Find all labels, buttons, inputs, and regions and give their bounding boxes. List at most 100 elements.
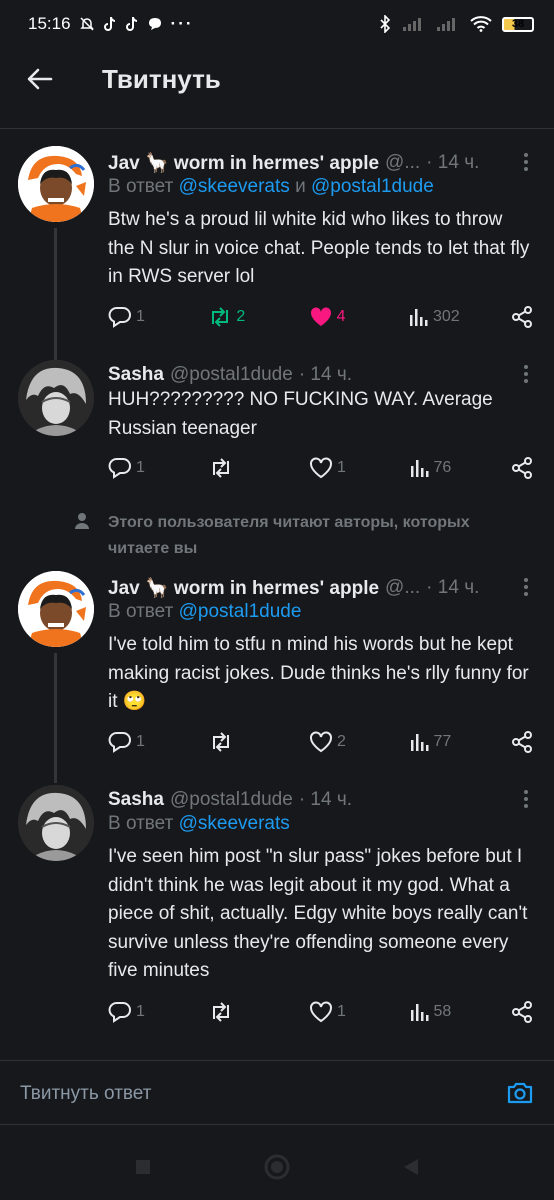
views-button[interactable]: 76: [410, 458, 460, 478]
more-options-button[interactable]: [514, 150, 538, 174]
retweet-button[interactable]: [209, 458, 259, 478]
heart-icon: [310, 307, 331, 326]
retweet-button[interactable]: 2: [208, 307, 258, 327]
avatar-illustration: [18, 360, 94, 436]
more-options-button[interactable]: [514, 362, 538, 386]
tweet-2[interactable]: Sasha @postal1dude · 14 ч. HUH????????? …: [0, 358, 554, 498]
signal-icon-2: [437, 18, 455, 31]
avatar-jav[interactable]: [18, 571, 94, 647]
reply-button[interactable]: 1: [108, 1001, 158, 1023]
views-icon: [410, 1004, 428, 1021]
reply-icon: [108, 1002, 131, 1023]
tweet-text: Btw he's a proud lil white kid who likes…: [108, 209, 530, 287]
reply-mention-skeeverats[interactable]: @skeeverats: [179, 813, 290, 834]
reply-prefix: В ответ: [108, 601, 174, 622]
share-button[interactable]: [510, 730, 534, 754]
tweet-4[interactable]: Sasha @postal1dude · 14 ч. В ответ @skee…: [0, 783, 554, 1033]
views-button[interactable]: 77: [410, 732, 460, 752]
author-handle[interactable]: @postal1dude: [170, 789, 293, 811]
retweet-icon: [212, 458, 229, 478]
reply-count: 1: [136, 733, 145, 750]
retweet-icon: [212, 1002, 229, 1022]
back-nav-button[interactable]: [391, 1147, 431, 1187]
share-button[interactable]: [510, 1000, 534, 1024]
retweet-count: 2: [236, 308, 246, 325]
avatar-sasha[interactable]: [18, 785, 94, 861]
tweet-time: · 14 ч.: [298, 364, 353, 385]
avatar-sasha[interactable]: [18, 360, 94, 436]
author-name[interactable]: Jav 🦙 worm in hermes' apple: [108, 151, 379, 175]
tweet-header: Jav 🦙 worm in hermes' apple @... · 14 ч.: [108, 146, 538, 180]
recents-button[interactable]: [123, 1147, 163, 1187]
reply-to-line: В ответ @postal1dude: [108, 601, 301, 623]
like-button[interactable]: 1: [309, 457, 359, 479]
tweet-text: I've told him to stfu n mind his words b…: [108, 634, 529, 712]
like-count: 2: [337, 733, 346, 750]
share-button[interactable]: [510, 305, 534, 329]
chat-bubble-icon: [148, 18, 161, 30]
reply-to-line: В ответ @skeeverats и @postal1dude: [108, 176, 434, 198]
more-vertical-icon: [524, 790, 528, 808]
reply-button[interactable]: 1: [108, 457, 158, 479]
social-context-text: Этого пользователя читают авторы, которы…: [108, 514, 470, 557]
tweet-time: · 14 ч.: [426, 152, 480, 173]
reply-count: 1: [136, 1003, 145, 1020]
reply-icon: [108, 732, 131, 753]
reply-button[interactable]: 1: [108, 731, 158, 753]
status-bar: 15:16 ··· 38: [0, 0, 554, 48]
system-nav-bar: [0, 1140, 554, 1194]
author-handle[interactable]: @...: [385, 577, 420, 599]
like-button[interactable]: 2: [309, 731, 359, 753]
more-options-button[interactable]: [514, 575, 538, 599]
reply-input[interactable]: [18, 1073, 482, 1115]
more-vertical-icon: [524, 153, 528, 171]
retweet-button[interactable]: [209, 732, 259, 752]
reply-prefix: В ответ: [108, 176, 174, 197]
views-button[interactable]: 302: [409, 307, 460, 327]
reply-mention-postal1dude[interactable]: @postal1dude: [311, 176, 434, 197]
avatar-jav[interactable]: [18, 146, 94, 222]
home-button[interactable]: [257, 1147, 297, 1187]
author-name[interactable]: Sasha: [108, 364, 164, 386]
tweet-actions: 1 1 76: [108, 450, 534, 486]
views-count: 58: [433, 1003, 452, 1020]
views-button[interactable]: 58: [410, 1002, 460, 1022]
reply-composer: [0, 1061, 554, 1125]
like-button[interactable]: 4: [309, 306, 359, 328]
status-time: 15:16: [28, 14, 71, 33]
back-button[interactable]: [0, 48, 80, 110]
tweet-text: HUH????????? NO FUCKING WAY. Average Rus…: [108, 389, 493, 439]
tweet-text: I've seen him post "n slur pass" jokes b…: [108, 846, 528, 981]
author-name[interactable]: Jav 🦙 worm in hermes' apple: [108, 576, 379, 600]
like-count: 1: [337, 1003, 346, 1020]
tweet-header: Jav 🦙 worm in hermes' apple @... · 14 ч.: [108, 571, 538, 605]
tweet-3[interactable]: Jav 🦙 worm in hermes' apple @... · 14 ч.…: [0, 571, 554, 783]
camera-icon: [507, 1082, 533, 1104]
mute-bell-icon: [79, 17, 94, 31]
reply-mention-postal1dude[interactable]: @postal1dude: [179, 601, 302, 622]
like-button[interactable]: 1: [309, 1001, 359, 1023]
heart-icon: [310, 457, 332, 479]
divider: [0, 1124, 554, 1125]
retweet-button[interactable]: [209, 1002, 259, 1022]
reply-mention-skeeverats[interactable]: @skeeverats: [179, 176, 290, 197]
views-count: 77: [433, 733, 452, 750]
share-icon: [512, 457, 532, 479]
arrow-left-icon: [27, 68, 53, 90]
author-handle[interactable]: @postal1dude: [170, 364, 293, 386]
author-name[interactable]: Sasha: [108, 789, 164, 811]
camera-button[interactable]: [506, 1081, 534, 1110]
author-handle[interactable]: @...: [385, 152, 420, 174]
avatar-illustration: [18, 785, 94, 861]
social-context: Этого пользователя читают авторы, которы…: [0, 508, 554, 558]
like-count: 4: [336, 308, 346, 325]
reply-icon: [108, 307, 131, 328]
tweet-actions: 1 2 4 302: [108, 299, 534, 335]
tweet-1[interactable]: Jav 🦙 worm in hermes' apple @... · 14 ч.…: [0, 146, 554, 368]
tweet-actions: 1 2 77: [108, 724, 534, 760]
reply-count: 1: [136, 308, 145, 325]
share-button[interactable]: [510, 456, 534, 480]
reply-button[interactable]: 1: [108, 306, 158, 328]
more-options-button[interactable]: [514, 787, 538, 811]
views-icon: [410, 460, 428, 477]
